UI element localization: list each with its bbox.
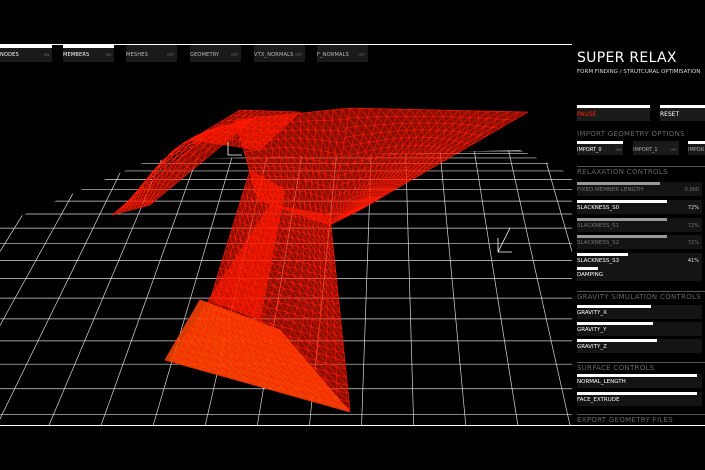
pause-button[interactable]: PAUSE bbox=[577, 105, 650, 121]
grid-line bbox=[405, 150, 416, 425]
import-heading: IMPORT GEOMETRY OPTIONS bbox=[577, 130, 685, 138]
grid-line bbox=[0, 150, 132, 425]
damping-slider[interactable]: DAMPING bbox=[577, 267, 702, 281]
toggle-members-state: ON bbox=[105, 53, 111, 57]
app-subtitle: FORM FINDING / STRUTCURAL OPTIMISATION bbox=[577, 69, 701, 75]
slackness-s2-label: SLACKNESS_S2 bbox=[577, 240, 620, 246]
slackness-s3-slider[interactable]: SLACKNESS_S3 41% bbox=[577, 253, 702, 267]
slackness-s0-slider[interactable]: SLACKNESS_S0 72% bbox=[577, 200, 702, 214]
slackness-s1-slider[interactable]: SLACKNESS_S1 72% bbox=[577, 218, 702, 232]
toggle-vtx-normals[interactable]: VTX_NORMALS OFF bbox=[254, 45, 305, 62]
import-0-state: ON bbox=[615, 148, 621, 152]
section-divider bbox=[577, 166, 705, 167]
gravity-x-slider[interactable]: GRAVITY_X bbox=[577, 305, 702, 319]
3d-viewport[interactable] bbox=[0, 0, 572, 470]
toggle-meshes[interactable]: MESHES OFF bbox=[126, 45, 177, 62]
reset-label: RESET bbox=[660, 111, 680, 118]
slackness-s0-label: SLACKNESS_S0 bbox=[577, 205, 620, 211]
grid-line bbox=[508, 150, 572, 425]
toggle-nodes-label: NODES bbox=[0, 52, 19, 58]
toggle-f-normals-label: F_NORMALS bbox=[317, 52, 350, 58]
toggle-geometry-label: GEOMETRY bbox=[190, 52, 220, 58]
import-2-toggle[interactable]: IMPOR bbox=[688, 141, 705, 155]
toggle-f-normals[interactable]: F_NORMALS OFF bbox=[317, 45, 368, 62]
pause-label: PAUSE bbox=[577, 111, 597, 118]
face-extrude-slider[interactable]: FACE_EXTRUDE bbox=[577, 392, 702, 406]
import-1-state: OFF bbox=[670, 148, 677, 152]
face-extrude-label: FACE_EXTRUDE bbox=[577, 397, 620, 403]
grid-line bbox=[439, 150, 471, 425]
import-1-toggle[interactable]: IMPORT_1 OFF bbox=[633, 141, 679, 155]
grid-line bbox=[473, 150, 526, 425]
gravity-heading: GRAVITY SIMULATION CONTROLS bbox=[577, 293, 701, 301]
slackness-s3-label: SLACKNESS_S3 bbox=[577, 258, 620, 264]
reset-button[interactable]: RESET bbox=[660, 105, 705, 121]
slackness-s3-value: 41% bbox=[687, 258, 699, 264]
slackness-s0-value: 72% bbox=[687, 205, 699, 211]
normal-length-label: NORMAL_LENGTH bbox=[577, 379, 626, 385]
toggle-geometry[interactable]: GEOMETRY OFF bbox=[190, 45, 241, 62]
import-1-label: IMPORT_1 bbox=[633, 147, 658, 153]
toggle-nodes[interactable]: NODES ON bbox=[0, 45, 52, 62]
section-divider bbox=[577, 362, 705, 363]
export-heading: EXPORT GEOMETRY FILES bbox=[577, 416, 673, 424]
toggle-f-normals-state: OFF bbox=[358, 53, 365, 57]
normal-length-slider[interactable]: NORMAL_LENGTH bbox=[577, 374, 702, 388]
fixed-member-length-value: 0.000 bbox=[684, 187, 699, 193]
relaxation-heading: RELAXATION CONTROLS bbox=[577, 168, 668, 176]
toggle-meshes-label: MESHES bbox=[126, 52, 148, 58]
toggle-members[interactable]: MEMBERS ON bbox=[63, 45, 114, 62]
grid-line bbox=[0, 150, 29, 425]
viewport-canvas[interactable] bbox=[0, 0, 572, 470]
slackness-s1-value: 72% bbox=[687, 223, 699, 229]
toggle-members-label: MEMBERS bbox=[63, 52, 90, 58]
toggle-nodes-state: ON bbox=[43, 53, 49, 57]
gravity-x-label: GRAVITY_X bbox=[577, 310, 607, 316]
grid-line bbox=[0, 150, 98, 425]
section-divider bbox=[577, 414, 705, 415]
fixed-member-length-label: FIXED MEMBER LENGTH bbox=[577, 187, 644, 193]
control-panel: SUPER RELAX FORM FINDING / STRUTCURAL OP… bbox=[577, 45, 705, 425]
import-0-toggle[interactable]: IMPORT_0 ON bbox=[577, 141, 623, 155]
gravity-z-label: GRAVITY_Z bbox=[577, 344, 607, 350]
section-divider bbox=[577, 291, 705, 292]
grid-line bbox=[542, 150, 572, 425]
damping-label: DAMPING bbox=[577, 272, 603, 278]
toggle-meshes-state: OFF bbox=[167, 53, 174, 57]
fixed-member-length-slider[interactable]: FIXED MEMBER LENGTH 0.000 bbox=[577, 182, 702, 196]
app-title: SUPER RELAX bbox=[577, 50, 677, 66]
gravity-y-label: GRAVITY_Y bbox=[577, 327, 607, 333]
slackness-s1-label: SLACKNESS_S1 bbox=[577, 223, 620, 229]
gravity-z-slider[interactable]: GRAVITY_Z bbox=[577, 339, 702, 353]
toggle-vtx-normals-state: OFF bbox=[295, 53, 302, 57]
import-0-label: IMPORT_0 bbox=[577, 147, 602, 153]
slackness-s2-value: 72% bbox=[687, 240, 699, 246]
gravity-y-slider[interactable]: GRAVITY_Y bbox=[577, 322, 702, 336]
slackness-s2-slider[interactable]: SLACKNESS_S2 72% bbox=[577, 235, 702, 249]
import-2-label: IMPOR bbox=[688, 147, 705, 153]
toggle-geometry-state: OFF bbox=[231, 53, 238, 57]
surface-heading: SURFACE CONTROLS bbox=[577, 364, 655, 372]
toggle-vtx-normals-label: VTX_NORMALS bbox=[254, 52, 294, 58]
